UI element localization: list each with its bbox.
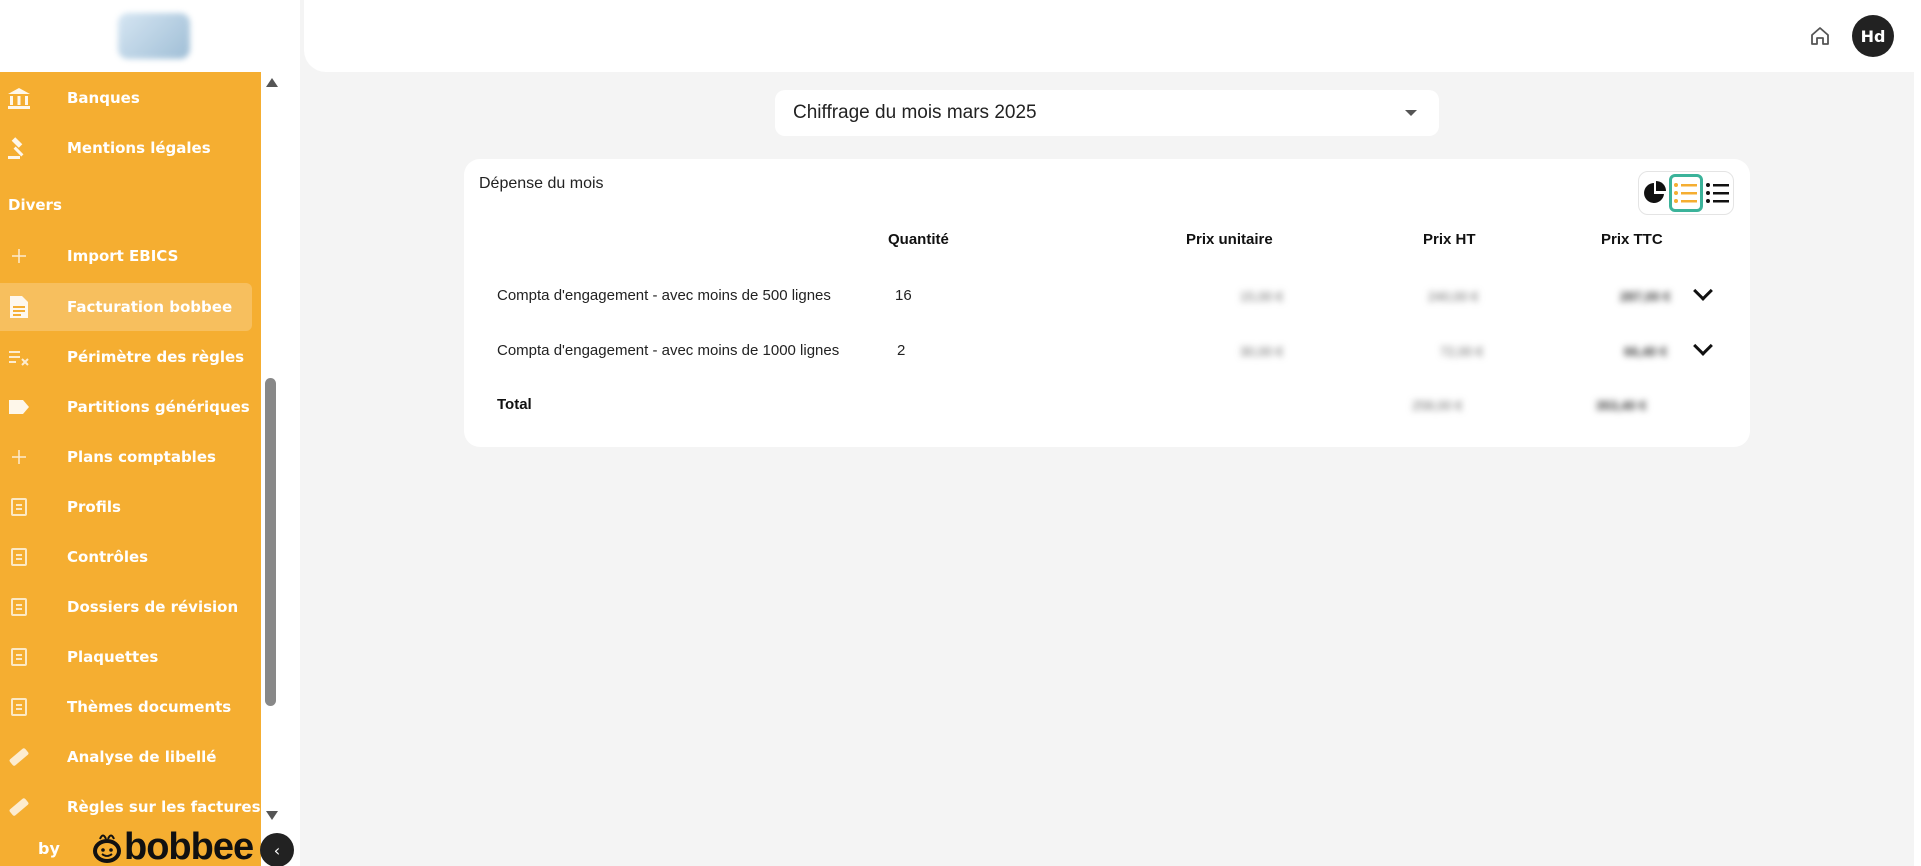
company-logo-area[interactable] <box>0 0 300 72</box>
compact-list-view-button[interactable] <box>1701 174 1735 212</box>
pie-chart-icon <box>1644 181 1666 203</box>
pen-icon <box>6 794 32 820</box>
sidebar-item-dossiers-revision[interactable]: Dossiers de révision <box>0 583 261 631</box>
list-bullets-icon <box>1706 183 1729 203</box>
row-price-ht: 72,00 € <box>1440 344 1484 359</box>
column-header-quantity: Quantité <box>888 231 949 248</box>
dropdown-caret-icon <box>1405 110 1417 116</box>
sidebar-item-label: Partitions génériques <box>67 398 250 416</box>
sidebar-item-perimetre-regles[interactable]: Périmètre des règles <box>0 333 261 381</box>
scroll-up-arrow-icon[interactable] <box>266 78 278 87</box>
sidebar-item-import-ebics[interactable]: Import EBICS <box>0 232 261 280</box>
sidebar-item-label: Banques <box>67 89 140 107</box>
sidebar-menu: Banques Mentions légales Divers Import E… <box>0 72 261 866</box>
pie-chart-view-button[interactable] <box>1638 174 1672 212</box>
month-select[interactable]: Chiffrage du mois mars 2025 <box>775 90 1439 136</box>
window-edge <box>1914 0 1921 866</box>
column-header-price-ttc: Prix TTC <box>1601 231 1663 248</box>
gavel-icon <box>6 135 32 161</box>
sidebar-item-label: Analyse de libellé <box>67 748 217 766</box>
brand-name: bobbee <box>124 826 254 866</box>
scroll-down-arrow-icon[interactable] <box>266 811 278 820</box>
row-label: Compta d'engagement - avec moins de 1000… <box>497 342 840 359</box>
sidebar-item-profils[interactable]: Profils <box>0 483 261 531</box>
bee-logo-icon <box>93 834 121 863</box>
month-select-value: Chiffrage du mois mars 2025 <box>793 102 1037 123</box>
list-icon <box>6 594 32 620</box>
sidebar-item-label: Plaquettes <box>67 648 159 666</box>
list-icon <box>6 544 32 570</box>
sidebar-item-label: Mentions légales <box>67 139 211 157</box>
row-quantity: 2 <box>897 342 906 359</box>
company-logo <box>118 13 190 59</box>
invoice-icon <box>6 294 32 320</box>
plus-icon <box>6 444 32 470</box>
total-price-ht: 258,00 € <box>1412 398 1463 413</box>
row-unit-price: 30,00 € <box>1240 344 1284 359</box>
home-icon[interactable] <box>1808 24 1832 48</box>
card-title: Dépense du mois <box>479 175 604 192</box>
sidebar-item-regles-factures[interactable]: Règles sur les factures <box>0 783 261 831</box>
sidebar-item-facturation-bobbee[interactable]: Facturation bobbee <box>0 283 252 331</box>
sidebar-item-label: Règles sur les factures <box>67 798 261 816</box>
total-price-ttc: 353,40 € <box>1596 398 1647 413</box>
sidebar-item-plans-comptables[interactable]: Plans comptables <box>0 433 261 481</box>
sidebar-item-mentions-legales[interactable]: Mentions légales <box>0 124 261 172</box>
list-icon <box>6 494 32 520</box>
sidebar-item-analyse-libelle[interactable]: Analyse de libellé <box>0 733 261 781</box>
collapse-sidebar-button[interactable]: ‹ <box>260 833 294 866</box>
sidebar-item-label: Périmètre des règles <box>67 348 245 366</box>
sidebar-item-controles[interactable]: Contrôles <box>0 533 261 581</box>
row-label: Compta d'engagement - avec moins de 500 … <box>497 287 831 304</box>
row-unit-price: 15,00 € <box>1240 289 1284 304</box>
sidebar-item-label: Facturation bobbee <box>67 298 233 316</box>
sidebar-item-plaquettes[interactable]: Plaquettes <box>0 633 261 681</box>
list-icon <box>1674 183 1697 203</box>
list-icon <box>6 694 32 720</box>
total-label: Total <box>497 396 532 413</box>
sidebar-item-label: Import EBICS <box>67 247 179 265</box>
top-header <box>304 0 1914 72</box>
sidebar-item-label: Thèmes documents <box>67 698 232 716</box>
row-price-ht: 240,00 € <box>1428 289 1479 304</box>
pen-icon <box>6 744 32 770</box>
sidebar-item-partitions-generiques[interactable]: Partitions génériques <box>0 383 261 431</box>
chevron-left-icon: ‹ <box>273 840 281 860</box>
sidebar-item-banques[interactable]: Banques <box>0 74 261 122</box>
bank-icon <box>6 85 32 111</box>
sidebar-item-label: Contrôles <box>67 548 149 566</box>
detailed-list-view-button[interactable] <box>1669 174 1703 212</box>
sidebar-item-label: Profils <box>67 498 121 516</box>
user-avatar[interactable]: Hd <box>1852 15 1894 57</box>
section-divers-label: Divers <box>8 196 62 214</box>
rules-icon <box>6 344 32 370</box>
column-header-price-ht: Prix HT <box>1423 231 1476 248</box>
sidebar-item-label: Dossiers de révision <box>67 598 239 616</box>
label-icon <box>6 394 32 420</box>
row-price-ttc: 287,00 € <box>1620 289 1671 304</box>
plus-icon <box>6 243 32 269</box>
sidebar-item-themes-documents[interactable]: Thèmes documents <box>0 683 261 731</box>
column-header-unit-price: Prix unitaire <box>1186 231 1273 248</box>
by-label: by <box>38 839 60 858</box>
sidebar-item-label: Plans comptables <box>67 448 216 466</box>
row-price-ttc: 66,40 € <box>1624 344 1668 359</box>
list-icon <box>6 644 32 670</box>
row-quantity: 16 <box>895 287 912 304</box>
scrollbar-thumb[interactable] <box>265 378 276 706</box>
